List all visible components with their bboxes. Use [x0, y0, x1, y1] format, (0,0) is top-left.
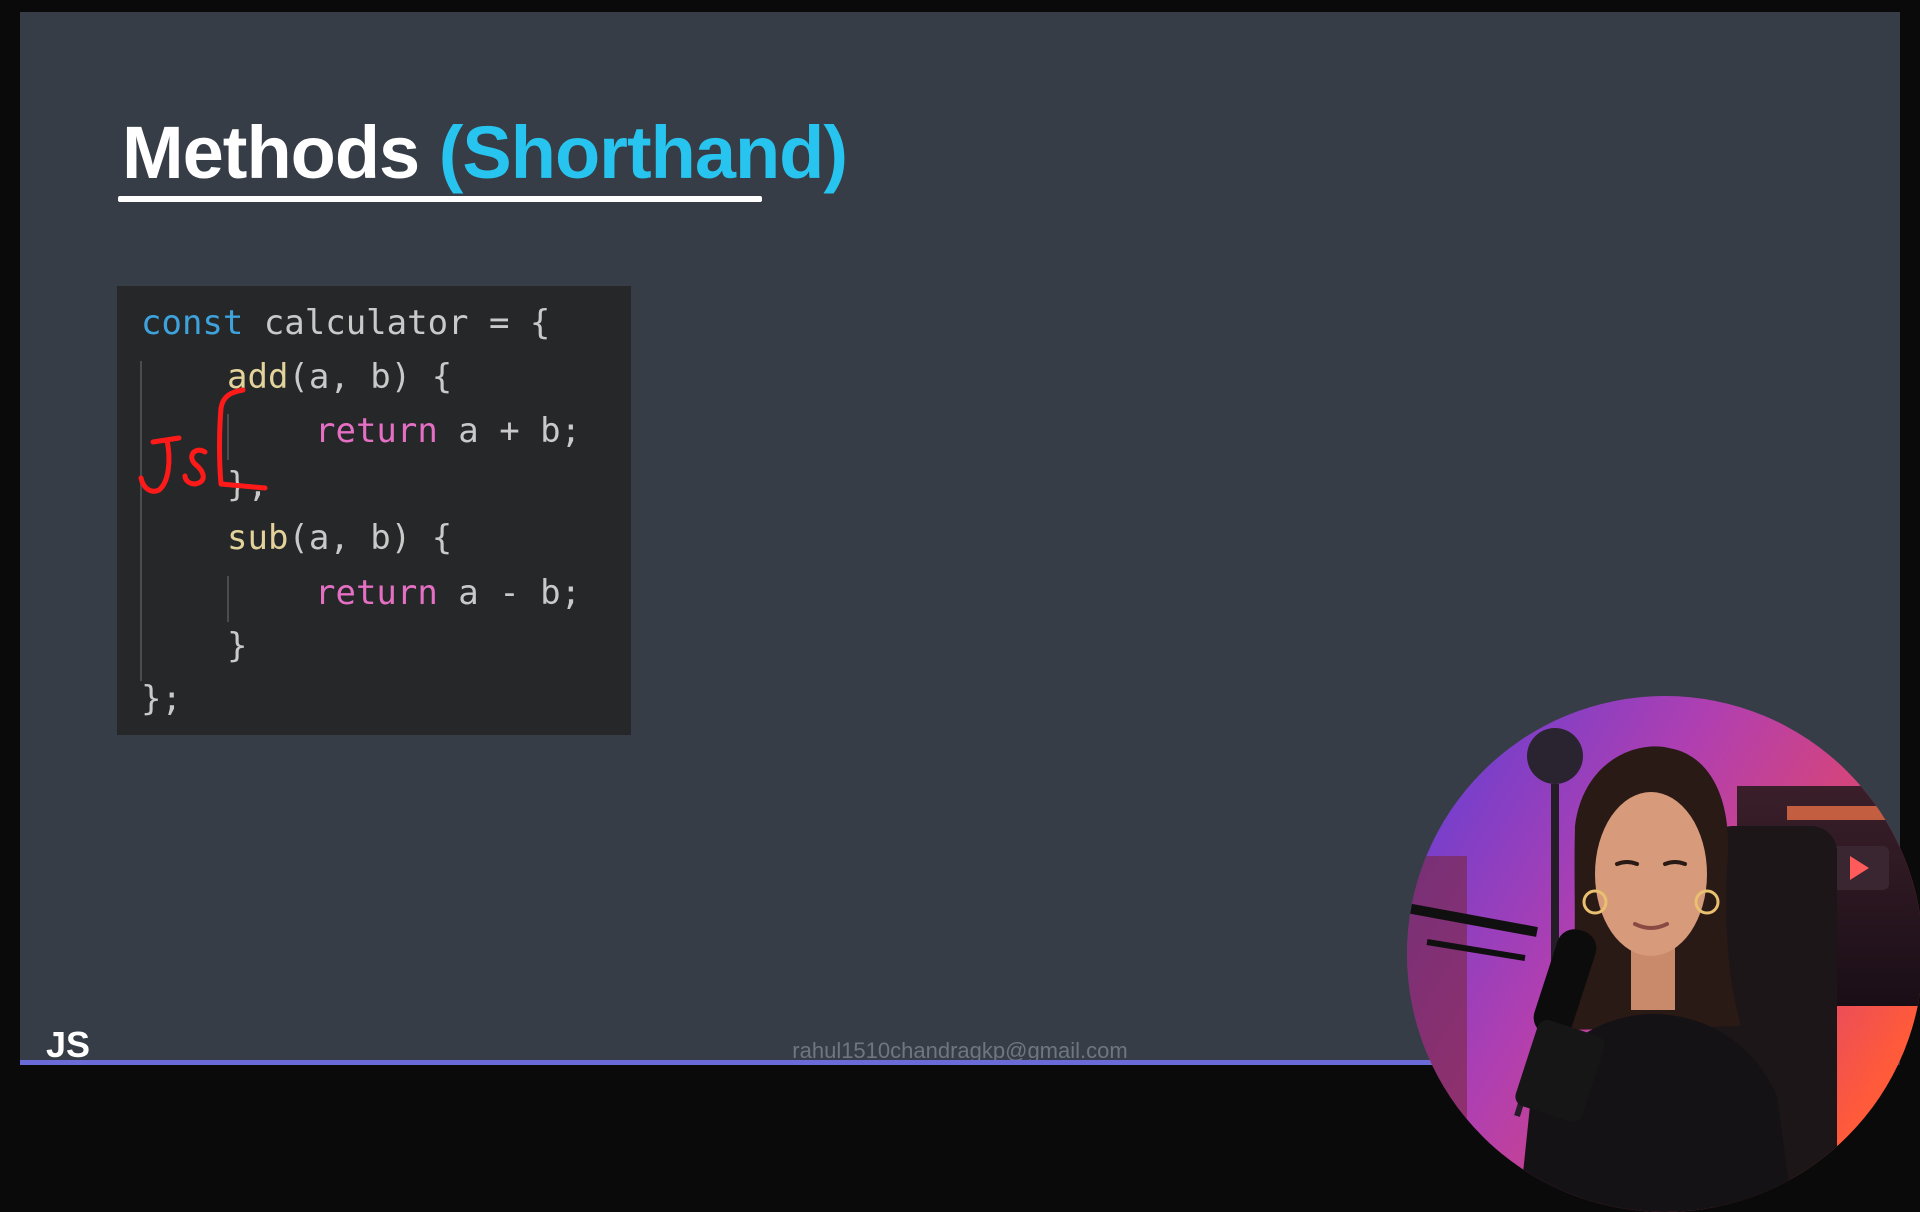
code-line-7: }: [227, 629, 247, 663]
presenter-face: [1595, 792, 1707, 956]
code-function-name: sub: [227, 518, 289, 558]
code-line-3: return a + b;: [315, 414, 581, 448]
code-keyword: return: [315, 411, 438, 451]
code-line-8: };: [141, 682, 182, 716]
code-text: }: [227, 626, 248, 666]
code-line-6: return a - b;: [315, 576, 581, 610]
indent-guide-sub: [227, 576, 229, 622]
annotation-letter-s: [182, 447, 208, 487]
code-line-1: const calculator = {: [141, 306, 550, 340]
code-text: calculator = {: [243, 303, 551, 343]
code-text: (a, b) {: [288, 518, 453, 558]
code-line-5: sub(a, b) {: [227, 521, 452, 555]
webcam-scene: [1407, 696, 1920, 1212]
code-text: a + b;: [437, 411, 582, 451]
code-text: };: [141, 679, 182, 719]
studio-light-icon: [1527, 728, 1583, 784]
handwritten-annotation: [138, 387, 268, 494]
annotation-letter-j: [138, 435, 182, 494]
code-keyword: return: [315, 573, 438, 613]
title-underline: [118, 196, 762, 202]
code-keyword: const: [141, 303, 244, 343]
presenter-webcam: [1407, 696, 1920, 1212]
title-main-text: Methods: [122, 111, 420, 194]
code-text: a - b;: [437, 573, 582, 613]
slide-title: Methods (Shorthand): [122, 116, 848, 190]
video-progress-fill: [20, 1060, 1637, 1065]
annotation-bracket: [217, 387, 268, 491]
title-accent-text: (Shorthand): [438, 111, 848, 194]
code-text: (a, b) {: [288, 357, 453, 397]
